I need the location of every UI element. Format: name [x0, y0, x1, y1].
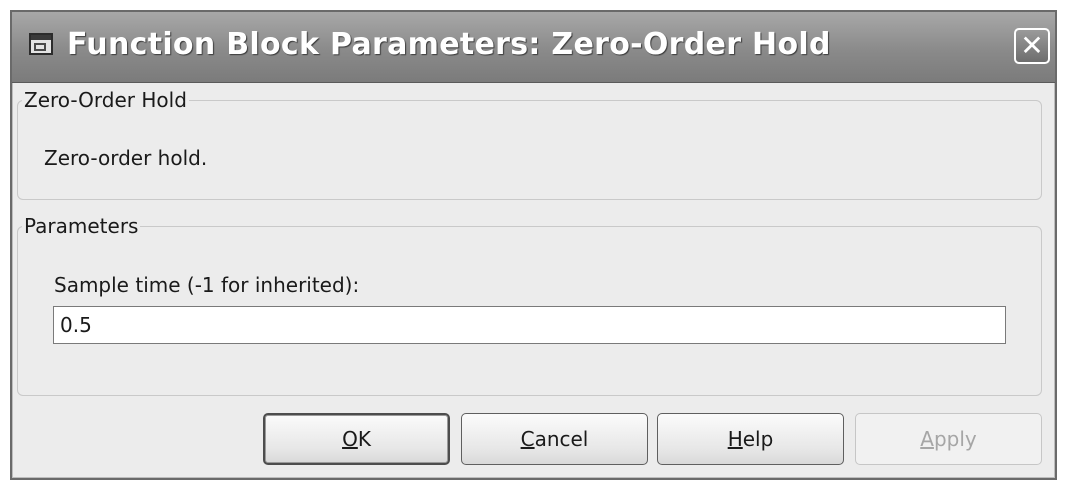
window-title: Function Block Parameters: Zero-Order Ho…: [67, 27, 831, 62]
ok-button[interactable]: OK: [263, 413, 450, 465]
help-mnemonic: H: [727, 427, 743, 451]
close-button[interactable]: ✕: [1014, 28, 1050, 64]
simulink-block-icon: [29, 33, 53, 55]
block-group-legend: Zero-Order Hold: [22, 88, 189, 112]
title-bar[interactable]: Function Block Parameters: Zero-Order Ho…: [12, 12, 1055, 83]
help-label: elp: [742, 427, 774, 451]
apply-mnemonic: A: [920, 427, 934, 451]
block-description-text: Zero-order hold.: [44, 146, 208, 170]
cancel-button[interactable]: Cancel: [461, 413, 648, 465]
help-button[interactable]: Help: [657, 413, 844, 465]
ok-mnemonic: O: [342, 427, 358, 451]
sample-time-input[interactable]: [53, 306, 1006, 344]
ok-label: K: [357, 427, 371, 451]
parameters-group-legend: Parameters: [22, 214, 141, 238]
cancel-label: ancel: [534, 427, 589, 451]
apply-label: pply: [933, 427, 977, 451]
cancel-mnemonic: C: [520, 427, 535, 451]
apply-button[interactable]: Apply: [855, 413, 1042, 465]
sample-time-label: Sample time (-1 for inherited):: [54, 273, 360, 297]
